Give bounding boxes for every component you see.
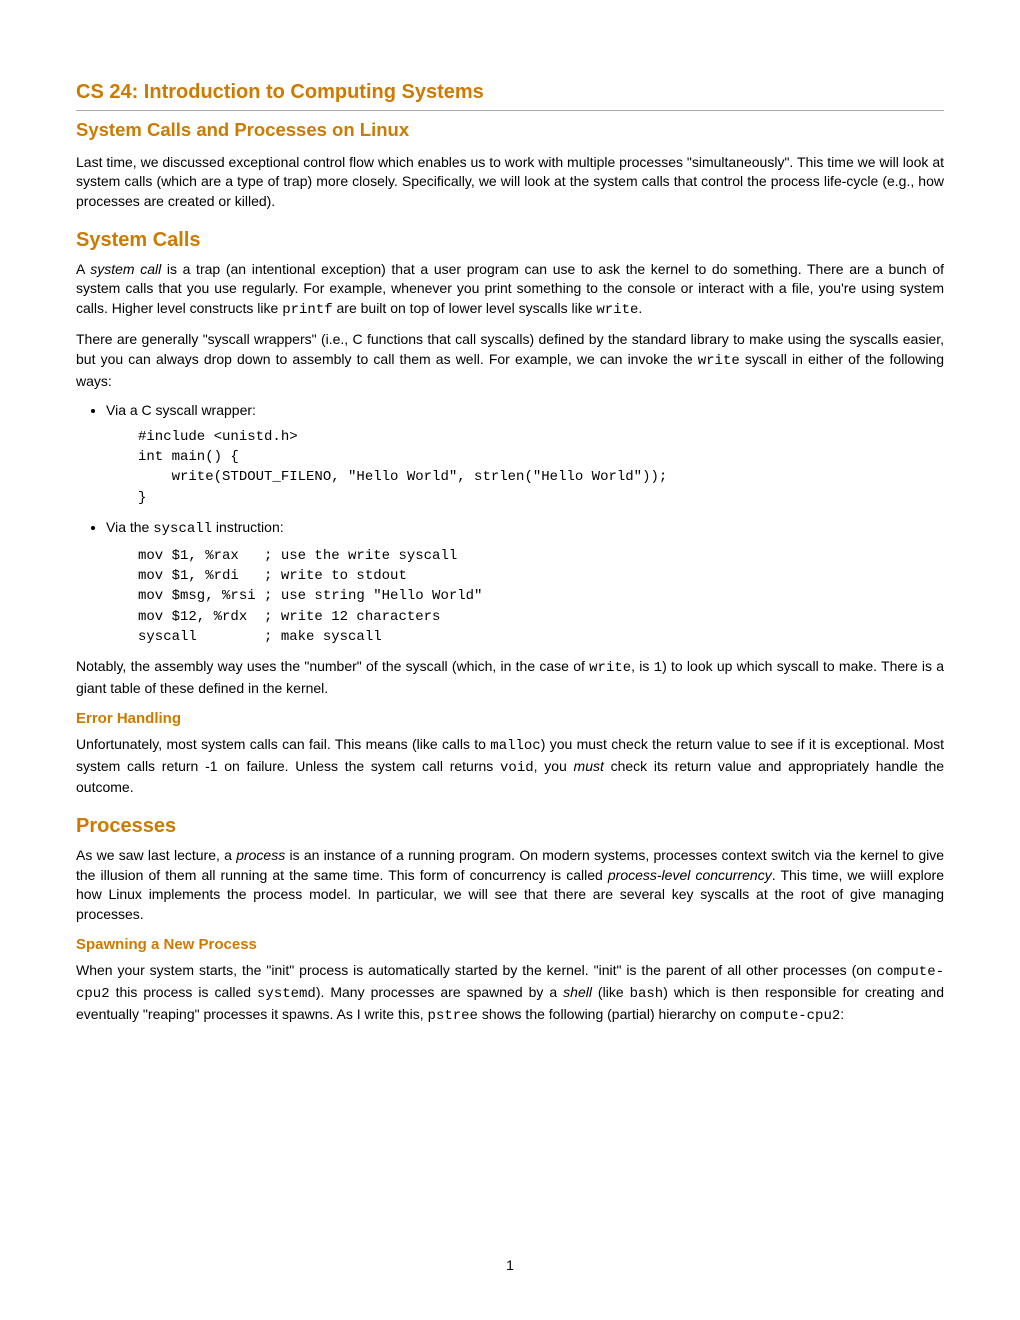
syscall-examples-list: Via a C syscall wrapper: #include <unist…: [76, 401, 944, 647]
code-compute-cpu2: compute-cpu2: [739, 1008, 840, 1024]
text: (like: [592, 984, 630, 1000]
code-printf: printf: [282, 302, 332, 318]
subsection-error-handling: Error Handling: [76, 708, 944, 729]
section-system-calls: System Calls: [76, 226, 944, 254]
syscalls-paragraph-3: Notably, the assembly way uses the "numb…: [76, 657, 944, 698]
subsection-spawning: Spawning a New Process: [76, 934, 944, 955]
text: shows the following (partial) hierarchy …: [478, 1006, 739, 1022]
text: ). Many processes are spawned by a: [316, 984, 563, 1000]
text: instruction:: [212, 519, 284, 535]
code-write: write: [596, 302, 638, 318]
processes-paragraph-1: As we saw last lecture, a process is an …: [76, 846, 944, 924]
code-syscall: syscall: [153, 521, 212, 537]
term-process: process: [236, 847, 285, 863]
text: Unfortunately, most system calls can fai…: [76, 736, 490, 752]
code-pstree: pstree: [428, 1008, 478, 1024]
term-process-level-concurrency: process-level concurrency: [608, 867, 772, 883]
term-shell: shell: [563, 984, 592, 1000]
code-write: write: [698, 353, 740, 369]
text: Notably, the assembly way uses the "numb…: [76, 658, 589, 674]
bullet-label: Via a C syscall wrapper:: [106, 401, 944, 421]
document-title: CS 24: Introduction to Computing Systems: [76, 78, 944, 111]
bullet-label: Via the syscall instruction:: [106, 518, 944, 540]
code-write: write: [589, 660, 631, 676]
code-void: void: [500, 760, 534, 776]
code-bash: bash: [630, 986, 664, 1002]
intro-paragraph: Last time, we discussed exceptional cont…: [76, 153, 944, 212]
text: are built on top of lower level syscalls…: [333, 300, 597, 316]
spawning-paragraph: When your system starts, the "init" proc…: [76, 961, 944, 1026]
syscalls-paragraph-1: A system call is a trap (an intentional …: [76, 260, 944, 321]
code-systemd: systemd: [257, 986, 316, 1002]
text: A: [76, 261, 90, 277]
term-system-call: system call: [90, 261, 161, 277]
document-subtitle: System Calls and Processes on Linux: [76, 117, 944, 143]
text: Via the: [106, 519, 153, 535]
code-malloc: malloc: [490, 738, 540, 754]
emphasis-must: must: [574, 758, 604, 774]
code-block-asm: mov $1, %rax ; use the write syscall mov…: [138, 546, 944, 647]
page-number: 1: [0, 1256, 1020, 1276]
code-one: 1: [654, 660, 662, 676]
code-block-c: #include <unistd.h> int main() { write(S…: [138, 427, 944, 508]
text: As we saw last lecture, a: [76, 847, 236, 863]
text: When your system starts, the "init" proc…: [76, 962, 877, 978]
page: CS 24: Introduction to Computing Systems…: [0, 0, 1020, 1320]
text: this process is called: [110, 984, 257, 1000]
text: :: [840, 1006, 844, 1022]
text: , you: [534, 758, 574, 774]
text: , is: [631, 658, 654, 674]
list-item-syscall-instr: Via the syscall instruction: mov $1, %ra…: [106, 518, 944, 647]
list-item-c-wrapper: Via a C syscall wrapper: #include <unist…: [106, 401, 944, 508]
text: .: [638, 300, 642, 316]
section-processes: Processes: [76, 812, 944, 840]
error-handling-paragraph: Unfortunately, most system calls can fai…: [76, 735, 944, 798]
syscalls-paragraph-2: There are generally "syscall wrappers" (…: [76, 330, 944, 391]
